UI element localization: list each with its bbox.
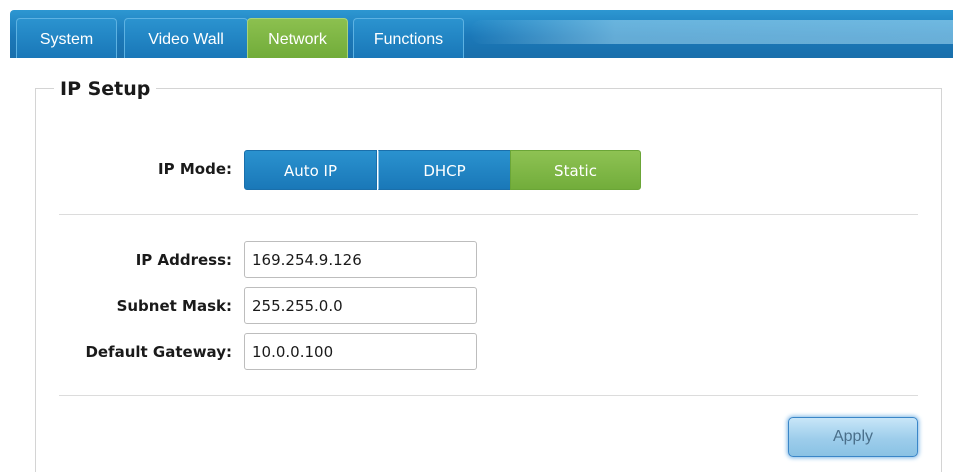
tab-system[interactable]: System (16, 18, 117, 58)
section-divider (59, 214, 918, 215)
ip-mode-auto-ip-button[interactable]: Auto IP (244, 150, 377, 190)
apply-button[interactable]: Apply (788, 417, 918, 457)
tab-functions[interactable]: Functions (353, 18, 464, 58)
ip-address-label: IP Address: (135, 251, 232, 269)
main-tab-bar: System Video Wall Network Functions (10, 10, 953, 58)
tab-network[interactable]: Network (247, 18, 348, 58)
ip-mode-label: IP Mode: (158, 160, 232, 178)
default-gateway-field[interactable]: 10.0.0.100 (244, 333, 477, 370)
tab-video-wall[interactable]: Video Wall (124, 18, 248, 58)
subnet-mask-field[interactable]: 255.255.0.0 (244, 287, 477, 324)
section-title: IP Setup (54, 78, 157, 100)
subnet-mask-label: Subnet Mask: (116, 297, 232, 315)
network-settings-page: System Video Wall Network Functions IP S… (0, 0, 953, 472)
ip-setup-fieldset (35, 88, 942, 472)
default-gateway-label: Default Gateway: (85, 343, 232, 361)
ip-mode-static-button[interactable]: Static (510, 150, 641, 190)
section-divider (59, 395, 918, 396)
ip-address-field[interactable]: 169.254.9.126 (244, 241, 477, 278)
ip-mode-dhcp-button[interactable]: DHCP (378, 150, 511, 190)
